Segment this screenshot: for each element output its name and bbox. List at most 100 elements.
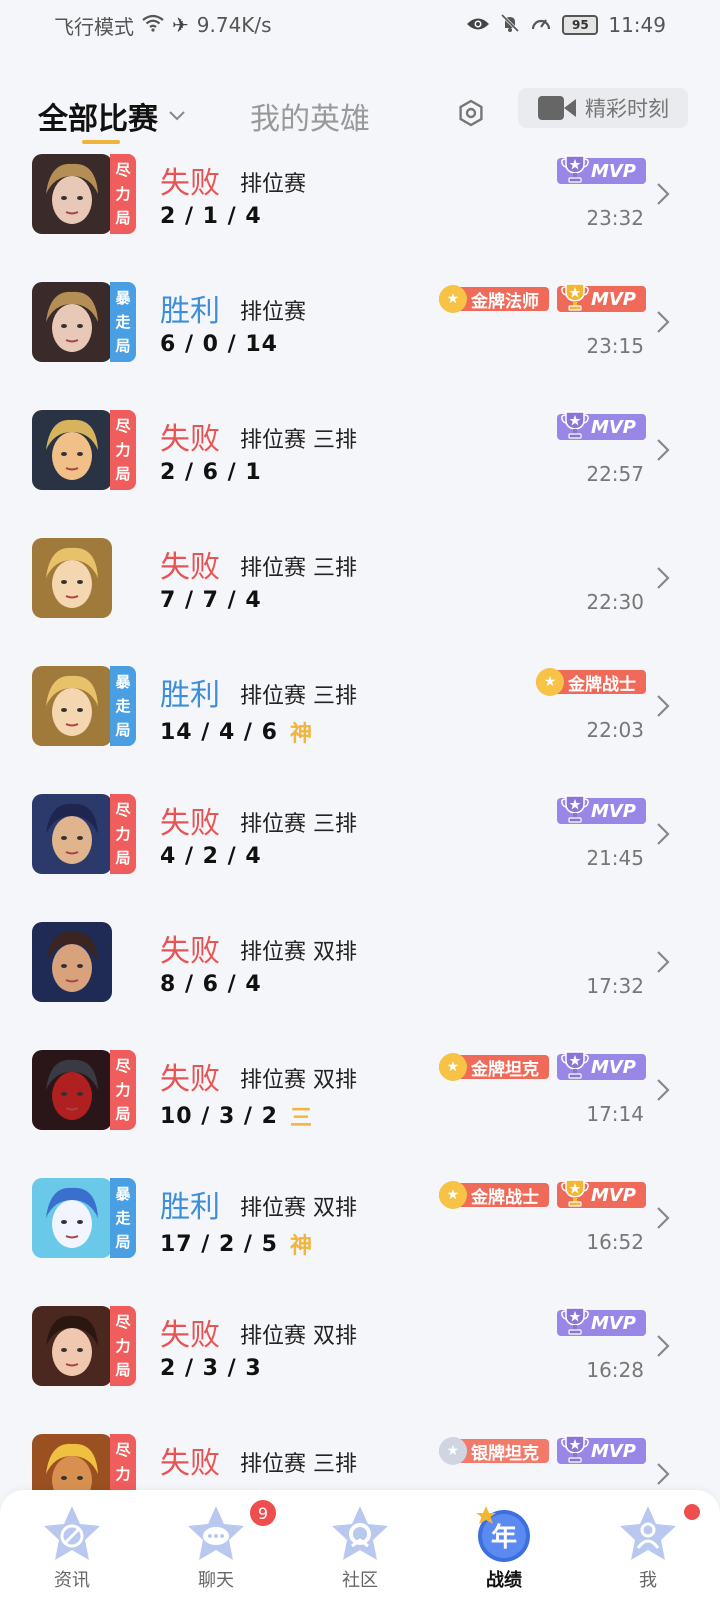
match-row[interactable]: 暴走局胜利 排位赛 三排 14 / 4 / 6 神 ★ 金牌战士 22:03 [0, 656, 720, 784]
match-mode-char: 暴 [115, 289, 131, 307]
match-type: 排位赛 三排 [240, 812, 357, 837]
nav-label: 资讯 [54, 1570, 90, 1591]
match-row[interactable]: 失败 排位赛 三排 7 / 7 / 4 22:30 [0, 528, 720, 656]
match-row[interactable]: 失败 排位赛 双排 8 / 6 / 4 17:32 [0, 912, 720, 1040]
match-mode-tag: 尽力局 [110, 154, 136, 234]
trophy-icon [561, 154, 589, 184]
kda-stats: 17 / 2 / 5 神 [160, 1228, 313, 1260]
match-row[interactable]: 尽力局失败 排位赛 三排 4 / 2 / 4 MVP 21:45 [0, 784, 720, 912]
hero-avatar [32, 282, 112, 362]
match-result: 失败 [160, 550, 220, 585]
video-camera-icon [537, 94, 577, 122]
kda-stats: 2 / 6 / 1 [160, 460, 262, 485]
chevron-right-icon [656, 438, 670, 469]
nav-label: 我 [639, 1570, 657, 1591]
match-mode-char: 尽 [115, 417, 131, 435]
match-mode-char: 走 [115, 313, 131, 331]
match-time: 22:57 [586, 462, 644, 486]
achievement-badges: MVP [556, 1307, 646, 1336]
tab-all-matches[interactable]: 全部比赛 [38, 94, 186, 138]
match-row[interactable]: 尽力局失败 排位赛 三排 2 / 6 / 1 MVP 22:57 [0, 400, 720, 528]
match-row[interactable]: 尽力局失败 排位赛 双排 10 / 3 / 2 三 ★ 金牌坦克 MVP 17:14 [0, 1040, 720, 1168]
match-type: 排位赛 [240, 172, 307, 197]
match-mode-char: 局 [115, 849, 131, 867]
mvp-label: MVP [590, 416, 636, 438]
kda-value: 14 / 4 / 6 [160, 719, 278, 745]
mvp-badge: MVP [556, 1051, 646, 1080]
notification-dot [684, 1504, 700, 1520]
mvp-label: MVP [590, 288, 636, 310]
medal-icon: ★ [438, 285, 467, 313]
nav-item-news[interactable]: 资讯 [0, 1490, 144, 1600]
kda-value: 2 / 1 / 4 [160, 204, 262, 229]
match-row[interactable]: 暴走局胜利 排位赛 6 / 0 / 14 ★ 金牌法师 MVP 23:15 [0, 272, 720, 400]
match-type: 排位赛 三排 [240, 556, 357, 581]
records-icon: 年 [472, 1502, 536, 1566]
match-time: 16:28 [586, 1358, 644, 1382]
nav-item-records[interactable]: 年战绩 [432, 1490, 576, 1600]
match-mode-char: 尽 [115, 801, 131, 819]
wifi-icon [142, 13, 164, 37]
match-type: 排位赛 三排 [240, 428, 357, 453]
hero-avatar [32, 922, 112, 1002]
kda-stats: 6 / 0 / 14 [160, 332, 278, 357]
trophy-icon [561, 794, 589, 824]
title-badge-label: 金牌法师 [470, 291, 539, 312]
medal-icon: ★ [438, 1181, 467, 1209]
match-mode-tag: 尽力局 [110, 410, 136, 490]
nav-item-me[interactable]: 我 [576, 1490, 720, 1600]
tab-my-heroes[interactable]: 我的英雄 [250, 94, 370, 138]
community-icon [328, 1502, 392, 1566]
match-type: 排位赛 双排 [240, 1324, 357, 1349]
match-mode-char: 尽 [115, 1057, 131, 1075]
eye-icon [466, 13, 490, 37]
nav-label: 战绩 [486, 1570, 522, 1591]
me-icon [616, 1502, 680, 1566]
match-mode-tag: 尽力局 [110, 794, 136, 874]
mvp-label: MVP [590, 1184, 636, 1206]
chevron-right-icon [656, 1078, 670, 1109]
trophy-icon [561, 282, 589, 312]
match-mode-char: 局 [115, 1361, 131, 1379]
mvp-label: MVP [590, 1056, 636, 1078]
match-time: 23:32 [586, 206, 644, 230]
match-mode-char: 力 [115, 1465, 131, 1483]
title-badge-label: 金牌战士 [568, 674, 636, 695]
match-mode-char: 力 [115, 825, 131, 843]
match-time: 16:52 [586, 1230, 644, 1254]
nav-item-chat[interactable]: 聊天 9 [144, 1490, 288, 1600]
kda-value: 2 / 3 / 3 [160, 1356, 262, 1381]
chevron-right-icon [656, 182, 670, 213]
match-time: 17:14 [586, 1102, 644, 1126]
match-row[interactable]: 尽力局失败 排位赛 2 / 1 / 4 MVP 23:32 [0, 144, 720, 272]
kda-value: 10 / 3 / 2 [160, 1103, 278, 1129]
match-row[interactable]: 暴走局胜利 排位赛 双排 17 / 2 / 5 神 ★ 金牌战士 MVP 16:52 [0, 1168, 720, 1296]
match-type: 排位赛 双排 [240, 1068, 357, 1093]
airplane-icon: ✈ [172, 13, 189, 37]
mvp-label: MVP [590, 160, 636, 182]
chevron-right-icon [656, 1206, 670, 1237]
match-mode-char: 局 [115, 209, 131, 227]
kda-stats: 10 / 3 / 2 三 [160, 1100, 313, 1132]
special-kill-mark: 神 [289, 722, 313, 747]
match-time: 22:03 [586, 718, 644, 742]
match-mode-char: 尽 [115, 161, 131, 179]
achievement-badges: MVP [556, 155, 646, 184]
unread-count-badge: 9 [248, 1498, 278, 1528]
highlights-button[interactable]: 精彩时刻 [518, 88, 688, 128]
match-mode-tag: 尽力局 [110, 1306, 136, 1386]
settings-icon[interactable] [456, 98, 486, 128]
nav-item-community[interactable]: 社区 [288, 1490, 432, 1600]
match-type: 排位赛 双排 [240, 940, 357, 965]
kda-value: 4 / 2 / 4 [160, 844, 262, 869]
match-time: 21:45 [586, 846, 644, 870]
hero-avatar [32, 1050, 112, 1130]
medal-icon: ★ [438, 1053, 467, 1081]
match-mode-char: 力 [115, 441, 131, 459]
match-row[interactable]: 尽力局失败 排位赛 双排 2 / 3 / 3 MVP 16:28 [0, 1296, 720, 1424]
title-badge: ★ 银牌坦克 [438, 1437, 549, 1465]
match-time: 22:30 [586, 590, 644, 614]
kda-value: 2 / 6 / 1 [160, 460, 262, 485]
mvp-badge: MVP [556, 1435, 646, 1464]
match-result: 失败 [160, 166, 220, 201]
